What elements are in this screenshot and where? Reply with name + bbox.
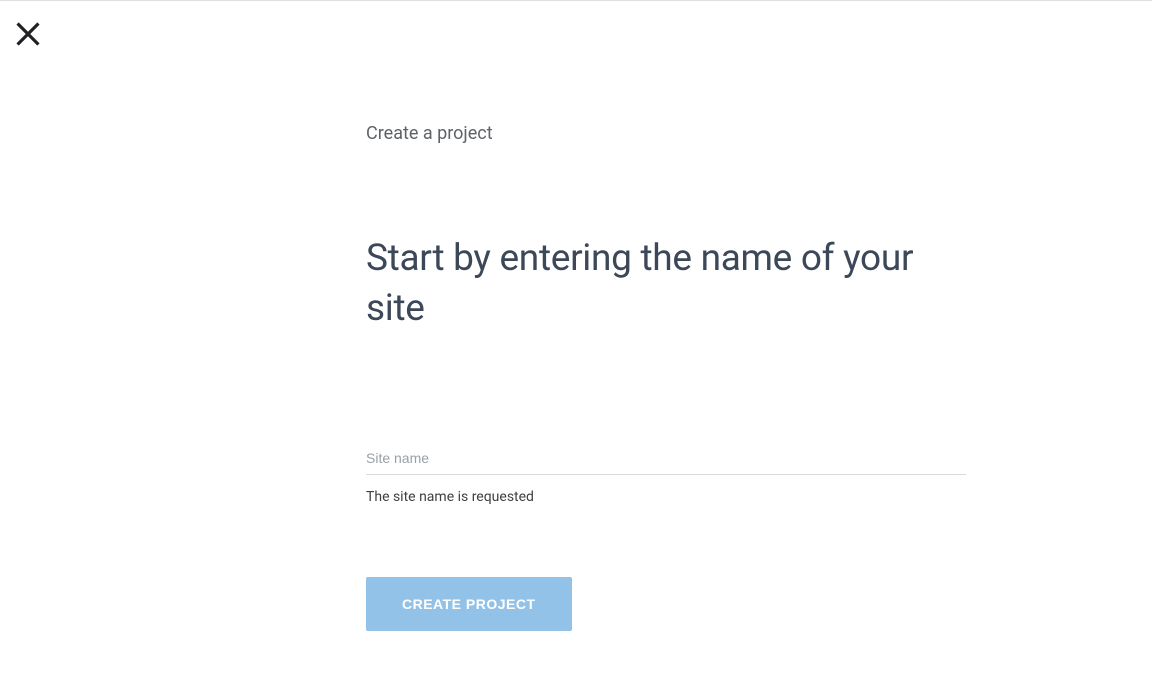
close-button[interactable]	[10, 17, 46, 53]
page-heading: Start by entering the name of your site	[366, 234, 966, 334]
close-icon	[12, 18, 44, 53]
site-name-helper-text: The site name is requested	[366, 489, 966, 505]
create-project-form: Create a project Start by entering the n…	[366, 123, 966, 631]
page-breadcrumb: Create a project	[366, 123, 966, 144]
create-project-button[interactable]: CREATE PROJECT	[366, 577, 572, 631]
site-name-input[interactable]	[366, 444, 966, 475]
site-name-field-wrap	[366, 444, 966, 475]
